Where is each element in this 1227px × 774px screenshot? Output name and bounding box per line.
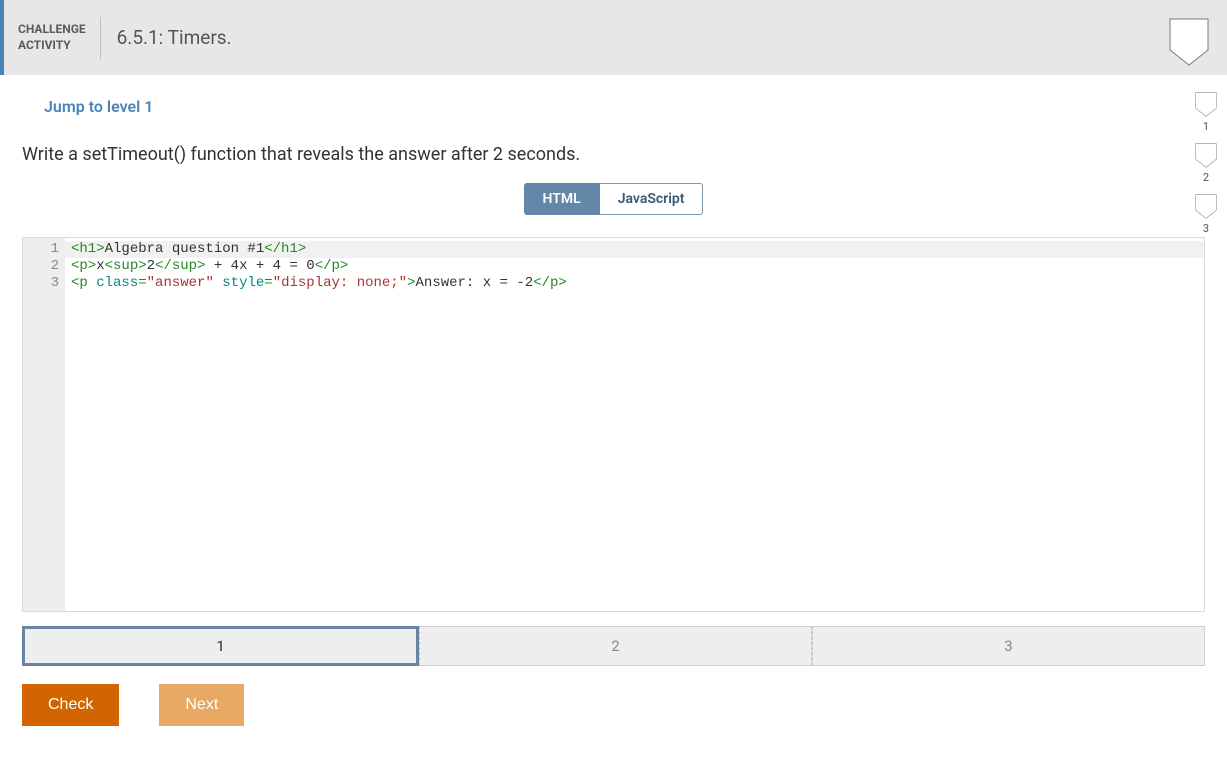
code-line[interactable]: <p>x<sup>2</sup> + 4x + 4 = 0</p>: [71, 258, 1204, 275]
level-number: 1: [1203, 120, 1209, 133]
shield-icon: [1195, 143, 1217, 169]
action-row: Check Next: [22, 684, 1227, 726]
step-tabs: 123: [22, 626, 1205, 666]
check-button[interactable]: Check: [22, 684, 119, 726]
code-tab-row: HTML JavaScript: [0, 183, 1227, 215]
level-indicator-1[interactable]: 1: [1195, 92, 1217, 133]
shield-icon: [1195, 194, 1217, 220]
challenge-label-line2: ACTIVITY: [18, 38, 86, 54]
challenge-label-line1: CHALLENGE: [18, 22, 86, 38]
code-line[interactable]: <p class="answer" style="display: none;"…: [71, 275, 1204, 292]
level-number: 2: [1203, 171, 1209, 184]
progress-shield-large: [1169, 18, 1209, 66]
level-indicator-3[interactable]: 3: [1195, 194, 1217, 235]
step-tab-2[interactable]: 2: [419, 626, 812, 666]
instruction-text: Write a setTimeout() function that revea…: [22, 144, 1227, 165]
editor-gutter: 123: [23, 238, 65, 611]
level-number: 3: [1203, 222, 1209, 235]
step-tab-3[interactable]: 3: [812, 626, 1205, 666]
code-editor[interactable]: 123 <h1>Algebra question #1</h1><p>x<sup…: [22, 237, 1205, 612]
shield-icon: [1169, 18, 1209, 66]
code-line[interactable]: <h1>Algebra question #1</h1>: [65, 241, 1204, 258]
step-tab-1[interactable]: 1: [22, 626, 419, 666]
tab-html[interactable]: HTML: [524, 183, 600, 215]
activity-header: CHALLENGE ACTIVITY 6.5.1: Timers.: [0, 0, 1227, 75]
level-indicator-2[interactable]: 2: [1195, 143, 1217, 184]
level-indicators: 1 2 3: [1195, 92, 1217, 241]
jump-to-level-link[interactable]: Jump to level 1: [44, 97, 153, 116]
next-button[interactable]: Next: [159, 684, 244, 726]
tab-javascript[interactable]: JavaScript: [600, 183, 704, 215]
challenge-label: CHALLENGE ACTIVITY: [4, 22, 100, 53]
shield-icon: [1195, 92, 1217, 118]
editor-code-area[interactable]: <h1>Algebra question #1</h1><p>x<sup>2</…: [65, 238, 1204, 611]
activity-title: 6.5.1: Timers.: [101, 26, 232, 49]
